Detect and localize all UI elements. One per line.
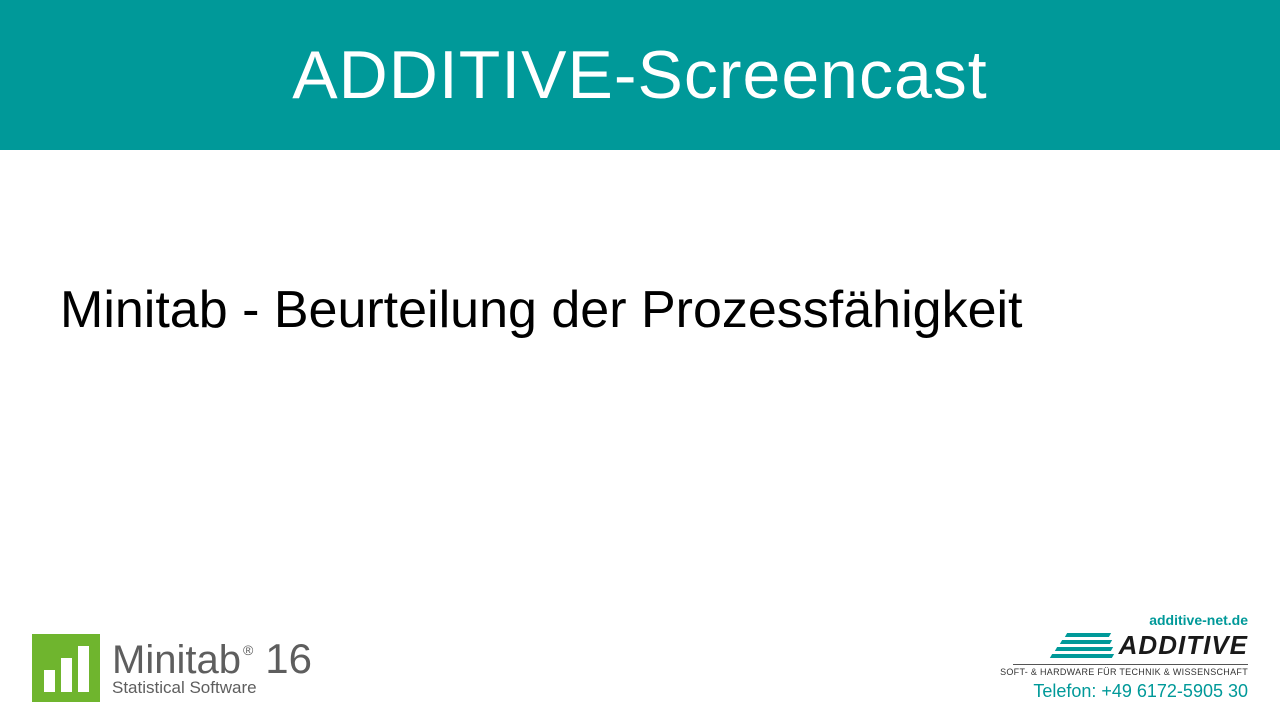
minitab-version: 16 — [265, 638, 312, 680]
divider — [1013, 664, 1248, 665]
additive-phone: Telefon: +49 6172-5905 30 — [1033, 681, 1248, 702]
minitab-tagline: Statistical Software — [112, 678, 312, 698]
main-content: Minitab - Beurteilung der Prozessfähigke… — [0, 150, 1280, 340]
registered-symbol: ® — [243, 643, 253, 657]
slide-subtitle: Minitab - Beurteilung der Prozessfähigke… — [60, 280, 1230, 340]
minitab-text: Minitab ® 16 Statistical Software — [112, 638, 312, 698]
additive-url: additive-net.de — [1149, 612, 1248, 628]
minitab-logo: Minitab ® 16 Statistical Software — [32, 634, 312, 702]
minitab-name: Minitab — [112, 640, 241, 680]
footer: Minitab ® 16 Statistical Software additi… — [0, 612, 1280, 702]
additive-logo: additive-net.de ADDITIVE SOFT- & HARDWAR… — [1000, 612, 1248, 702]
additive-name: ADDITIVE — [1119, 630, 1248, 661]
additive-stripes-icon — [1052, 633, 1113, 658]
minitab-bars-icon — [32, 634, 100, 702]
header-banner: ADDITIVE-Screencast — [0, 0, 1280, 150]
additive-tagline: SOFT- & HARDWARE FÜR TECHNIK & WISSENSCH… — [1000, 667, 1248, 677]
header-title: ADDITIVE-Screencast — [292, 36, 987, 114]
